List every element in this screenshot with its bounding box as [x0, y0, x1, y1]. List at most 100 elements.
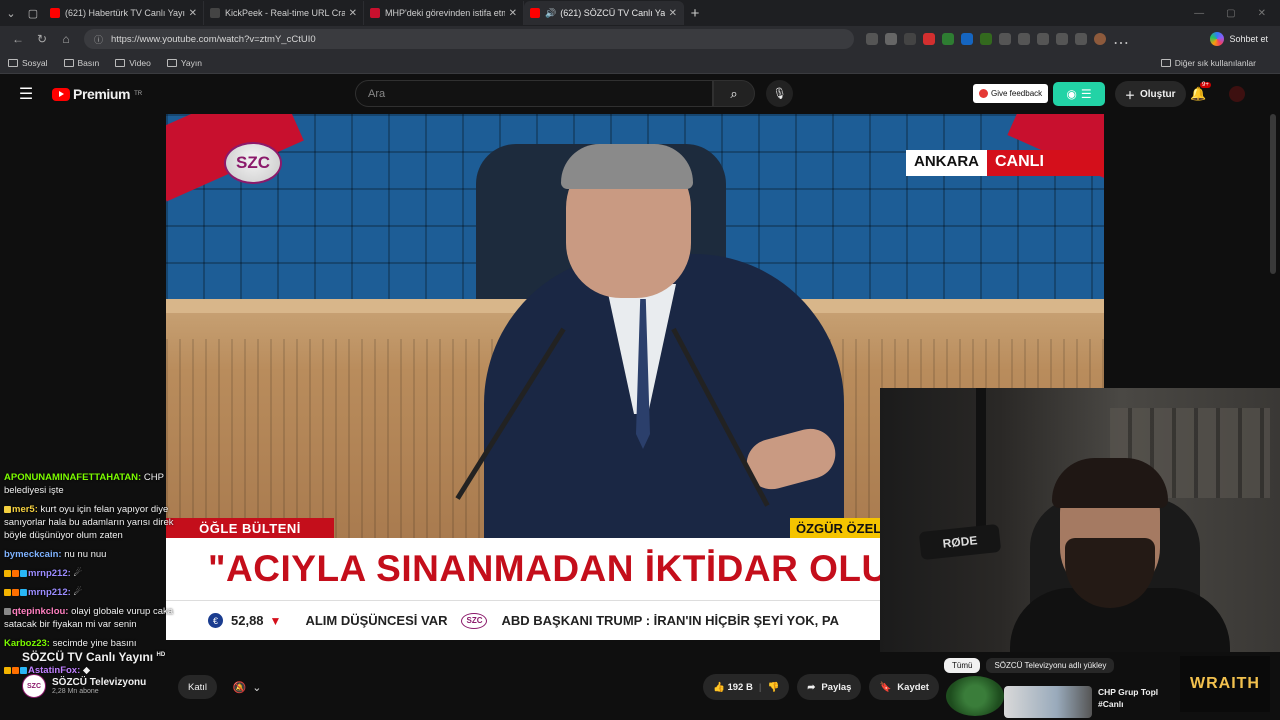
speaker-name-label: ÖZGÜR ÖZEL: [790, 518, 890, 538]
save-button[interactable]: 🔖 Kaydet: [869, 674, 939, 700]
close-tab-icon[interactable]: ✕: [509, 8, 517, 19]
split-screen-icon[interactable]: [1018, 33, 1030, 45]
search-input[interactable]: Ara: [355, 80, 713, 107]
browser-tab[interactable]: (621) Habertürk TV Canlı Yayın ✕: [44, 1, 204, 25]
chat-message: mrnp212: ☄: [4, 567, 174, 580]
home-icon[interactable]: ⌂: [54, 32, 78, 46]
profile-avatar[interactable]: [1094, 33, 1106, 45]
dislike-button[interactable]: 👎: [768, 682, 780, 693]
favorite-star-icon[interactable]: [885, 33, 897, 45]
folder-icon: [63, 58, 74, 67]
browser-tab[interactable]: MHP'deki görevinden istifa etmişti ✕: [364, 1, 524, 25]
close-tab-icon[interactable]: ✕: [349, 8, 357, 19]
related-video-title[interactable]: CHP Grup Topl #Canlı: [1098, 686, 1178, 710]
tab-title: MHP'deki görevinden istifa etmişti: [385, 8, 505, 18]
channel-name[interactable]: SÖZCÜ Televizyonu: [52, 677, 146, 688]
browser-tab-active[interactable]: 🔊 (621) SÖZCÜ TV Canlı Yayını ✕: [524, 1, 684, 25]
create-button[interactable]: ＋ Oluştur: [1115, 81, 1186, 107]
more-options-icon[interactable]: ⋯: [1113, 33, 1129, 52]
copilot-button[interactable]: Sohbet et: [1210, 32, 1274, 46]
audio-playing-icon[interactable]: 🔊: [545, 8, 556, 19]
chat-username: bymeckcain:: [4, 549, 62, 560]
divider: |: [758, 681, 762, 693]
extension-icon[interactable]: [942, 33, 954, 45]
close-window-icon[interactable]: ✕: [1258, 8, 1266, 19]
bookmark-folder[interactable]: Basın: [63, 58, 99, 68]
share-icon: ➦: [807, 681, 816, 693]
extension-logo-icon: ◉: [1066, 87, 1077, 101]
reader-icon[interactable]: [866, 33, 878, 45]
bookmark-folder[interactable]: Sosyal: [8, 58, 48, 68]
chat-badge-icon: [4, 505, 11, 513]
workspaces-icon[interactable]: ▢: [22, 2, 44, 24]
ticker-value: 52,88: [231, 613, 264, 628]
favorites-icon[interactable]: [1037, 33, 1049, 45]
back-icon[interactable]: ←: [6, 32, 30, 46]
voice-search-button[interactable]: 🎙: [766, 80, 793, 107]
new-tab-button[interactable]: +: [684, 5, 706, 22]
address-toolbar: ← ↻ ⌂ ⓘ https://www.youtube.com/watch?v=…: [0, 26, 1280, 52]
badge-icon: [20, 588, 27, 596]
notification-badge: 9+: [1200, 82, 1211, 88]
close-tab-icon[interactable]: ✕: [669, 8, 677, 19]
extension-icon[interactable]: [923, 33, 935, 45]
folder-icon: [115, 58, 126, 67]
related-chips: Tümü SÖZCÜ Televizyonu adlı yükley: [944, 658, 1115, 673]
extension-menu-button[interactable]: ◉ ☰: [1053, 82, 1105, 106]
bookmark-folder[interactable]: Video: [115, 58, 151, 68]
thumbs-up-icon: 👍: [713, 681, 725, 693]
site-info-icon[interactable]: ⓘ: [94, 33, 103, 46]
logo-region: TR: [134, 91, 143, 97]
wraith-overlay-logo: WRAITH: [1180, 656, 1270, 712]
url-text: https://www.youtube.com/watch?v=ztmY_cCt…: [111, 33, 316, 45]
close-tab-icon[interactable]: ✕: [189, 8, 197, 19]
reload-icon[interactable]: ↻: [30, 32, 54, 46]
collections-icon[interactable]: [1056, 33, 1068, 45]
list-icon: ☰: [1080, 87, 1092, 101]
give-feedback-button[interactable]: Give feedback: [973, 84, 1049, 103]
like-button[interactable]: 👍 192 B: [713, 682, 753, 693]
other-bookmarks[interactable]: Diğer sık kullanılanlar: [1160, 58, 1256, 68]
page-scrollbar[interactable]: [1270, 114, 1276, 274]
account-avatar[interactable]: [1229, 86, 1245, 102]
url-bar[interactable]: ⓘ https://www.youtube.com/watch?v=ztmY_c…: [84, 29, 854, 49]
youtube-logo[interactable]: Premium TR: [52, 86, 142, 102]
browser-tab[interactable]: KickPeek - Real-time URL Crawler ✕: [204, 1, 364, 25]
chip-all[interactable]: Tümü: [944, 658, 981, 673]
maximize-icon[interactable]: ▢: [1226, 8, 1235, 19]
chat-username: qtepinkclou:: [12, 606, 69, 617]
microphone-brand: RØDE: [918, 523, 1002, 561]
logo-text: Premium: [73, 86, 131, 102]
channel-avatar[interactable]: SZC: [22, 674, 46, 698]
bookmark-folder[interactable]: Yayın: [166, 58, 202, 68]
chip-channel[interactable]: SÖZCÜ Televizyonu adlı yükley: [986, 658, 1115, 673]
related-video-thumbnail[interactable]: [1004, 686, 1092, 718]
tab-actions-menu-icon[interactable]: ⌄: [0, 2, 22, 24]
tab-title: (621) SÖZCÜ TV Canlı Yayını: [560, 8, 664, 18]
share-button[interactable]: ➦ Paylaş: [797, 674, 862, 700]
youtube-favicon-icon: [530, 8, 540, 18]
ticker-news: ABD BAŞKANI TRUMP : İRAN'IN HİÇBİR ŞEYİ …: [501, 613, 839, 628]
minimize-icon[interactable]: —: [1194, 8, 1204, 19]
subscription-notifications-button[interactable]: 🔕 ⌄: [225, 675, 269, 699]
chat-username: mer5:: [12, 504, 38, 515]
search-button[interactable]: ⌕: [713, 80, 755, 107]
translate-icon[interactable]: [961, 33, 973, 45]
live-label: CANLI: [987, 150, 1104, 176]
location-label: ANKARA: [906, 150, 987, 176]
menu-icon[interactable]: ☰: [0, 84, 52, 104]
notifications-button[interactable]: 🔔 9+: [1190, 82, 1211, 102]
crown-badge-icon: [4, 569, 11, 577]
microphone-icon: 🎙: [772, 88, 787, 100]
chat-message: APONUNAMINAFETTAHATAN: CHP belediyesi iş…: [4, 471, 174, 497]
extension-icon[interactable]: [980, 33, 992, 45]
bookmark-icon: 🔖: [879, 681, 892, 693]
speaker-hair: [561, 144, 693, 189]
extensions-puzzle-icon[interactable]: [999, 33, 1011, 45]
browser-essentials-icon[interactable]: [1075, 33, 1087, 45]
plant-overlay-decor: [946, 676, 1004, 716]
extension-icon[interactable]: [904, 33, 916, 45]
bookmark-label: Sosyal: [22, 57, 48, 68]
join-button[interactable]: Katıl: [178, 675, 218, 699]
youtube-play-icon: [52, 87, 70, 101]
